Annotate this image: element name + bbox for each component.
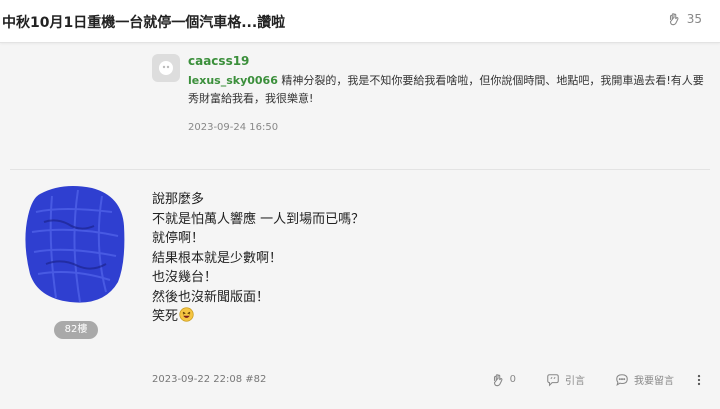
clap-icon (493, 373, 503, 386)
comment-button[interactable]: 我要留言 (615, 372, 674, 387)
post-meta: 2023-09-22 22:08 #82 (152, 374, 267, 385)
comment-label: 我要留言 (634, 376, 674, 387)
post-line: 說那麼多 (152, 192, 205, 207)
reply-author[interactable]: caacss19 (188, 54, 249, 68)
quote-icon (547, 373, 559, 387)
post-line-last: 笑死 (152, 307, 364, 327)
post-divider (10, 169, 710, 170)
post-content: 說那麼多 不就是怕萬人響應 一人到場而已嗎？ 就停啊！ 結果根本就是少數啊！ 也… (152, 190, 364, 327)
more-icon (697, 374, 701, 385)
post-actions: 0 引言 我要留言 (461, 372, 706, 387)
clap-count: 0 (509, 374, 516, 385)
avatar[interactable] (152, 54, 180, 82)
post-line: 就停啊！ (152, 231, 205, 246)
floor-badge: 82樓 (54, 321, 98, 339)
default-avatar-icon (159, 61, 173, 75)
clap-button[interactable]: 0 (491, 373, 516, 387)
reply-text: lexus_sky0066 精神分裂的，我是不知你要給我看啥啦，但你說個時間、地… (188, 72, 708, 108)
clap-icon (669, 13, 679, 26)
reply-timestamp: 2023-09-24 16:50 (188, 122, 279, 133)
thread-clap-button[interactable]: 35 (667, 12, 702, 26)
post-line: 不就是怕萬人響應 一人到場而已嗎？ (152, 211, 365, 227)
laughing-emoji-icon (179, 307, 194, 322)
post-line: 然後也沒新聞版面！ (152, 289, 270, 305)
more-options-button[interactable] (692, 373, 706, 387)
comment-icon (616, 373, 628, 386)
avatar[interactable] (22, 182, 126, 306)
reply-mention[interactable]: lexus_sky0066 (188, 74, 278, 87)
post-line: 也沒幾台！ (152, 270, 218, 285)
thread-title: 中秋10月1日重機一台就停一個汽車格...讚啦 (2, 15, 286, 31)
thread-clap-count: 35 (686, 12, 702, 26)
post-line: 笑死 (152, 309, 179, 324)
quote-label: 引言 (565, 376, 585, 387)
post-line: 結果根本就是少數啊！ (152, 250, 283, 266)
quote-button[interactable]: 引言 (546, 372, 585, 387)
thread-header: 中秋10月1日重機一台就停一個汽車格...讚啦 35 (0, 0, 720, 43)
